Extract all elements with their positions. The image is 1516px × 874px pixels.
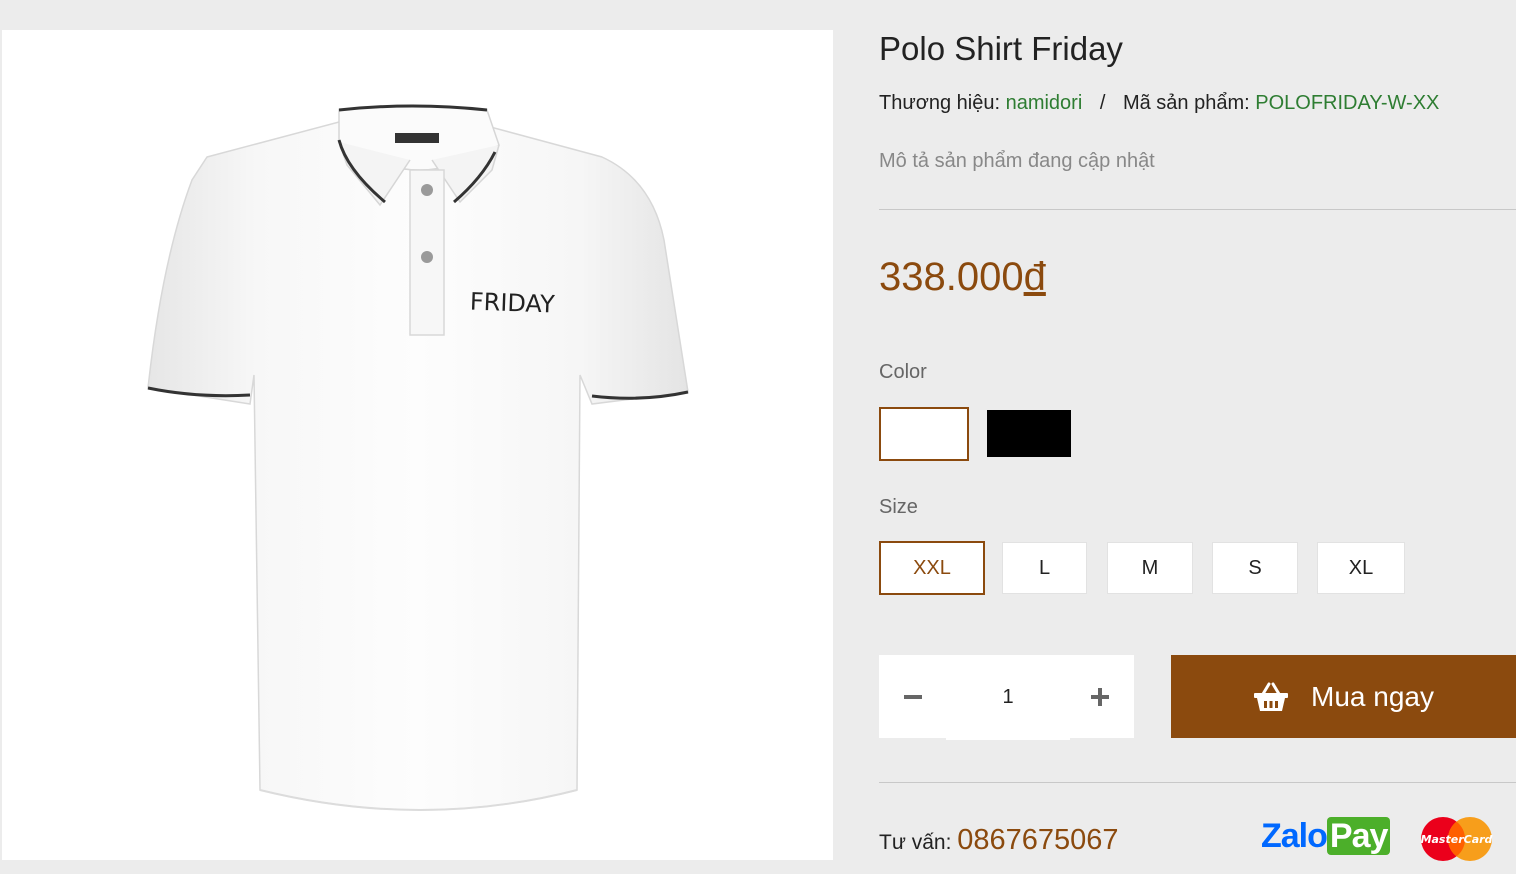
- price-currency: đ: [1023, 255, 1046, 299]
- product-price: 338.000đ: [879, 255, 1046, 300]
- sku-value: POLOFRIDAY-W-XX: [1255, 92, 1440, 114]
- buy-now-label: Mua ngay: [1311, 680, 1434, 712]
- product-description: Mô tả sản phẩm đang cập nhật: [879, 150, 1155, 172]
- product-info: Polo Shirt Friday Thương hiệu: namidori …: [879, 0, 1516, 874]
- plus-icon: [1091, 687, 1109, 706]
- zalopay-logo: ZaloPay: [1261, 817, 1391, 856]
- polo-shirt-image: FRIDAY: [147, 104, 689, 811]
- quantity-decrease-button[interactable]: [879, 655, 946, 738]
- brand-link[interactable]: namidori: [1006, 92, 1083, 114]
- zalopay-pay-text: Pay: [1326, 817, 1391, 855]
- mastercard-text: MasterCard: [1421, 833, 1493, 846]
- quantity-input[interactable]: [946, 655, 1070, 740]
- hotline-number[interactable]: 0867675067: [957, 824, 1118, 856]
- size-option-xl[interactable]: XL: [1317, 542, 1405, 594]
- brand-label: Thương hiệu:: [879, 92, 1001, 114]
- quantity-increase-button[interactable]: [1066, 655, 1134, 738]
- size-option-s[interactable]: S: [1212, 542, 1298, 594]
- basket-icon: [1254, 682, 1289, 711]
- size-label: Size: [879, 496, 918, 518]
- color-swatch-white[interactable]: [879, 407, 969, 461]
- size-option-l[interactable]: L: [1002, 542, 1087, 594]
- mastercard-logo: MasterCard: [1421, 817, 1493, 861]
- divider: [879, 782, 1516, 783]
- shirt-print-text: FRIDAY: [469, 288, 555, 319]
- hotline: Tư vấn: 0867675067: [879, 824, 1119, 857]
- product-image[interactable]: FRIDAY: [2, 30, 833, 860]
- hotline-label: Tư vấn:: [879, 831, 952, 854]
- color-swatch-black[interactable]: [987, 410, 1071, 457]
- zalopay-zalo-text: Zalo: [1261, 817, 1328, 855]
- color-label: Color: [879, 361, 927, 383]
- buy-now-button[interactable]: Mua ngay: [1171, 655, 1516, 738]
- price-amount: 338.000: [879, 255, 1024, 299]
- minus-icon: [903, 694, 922, 699]
- divider: [879, 209, 1516, 210]
- size-option-m[interactable]: M: [1107, 542, 1193, 594]
- product-title: Polo Shirt Friday: [879, 30, 1123, 67]
- size-option-xxl[interactable]: XXL: [879, 541, 985, 595]
- product-meta: Thương hiệu: namidori / Mã sản phẩm: POL…: [879, 92, 1439, 115]
- meta-separator: /: [1099, 92, 1106, 114]
- sku-label: Mã sản phẩm:: [1122, 92, 1250, 114]
